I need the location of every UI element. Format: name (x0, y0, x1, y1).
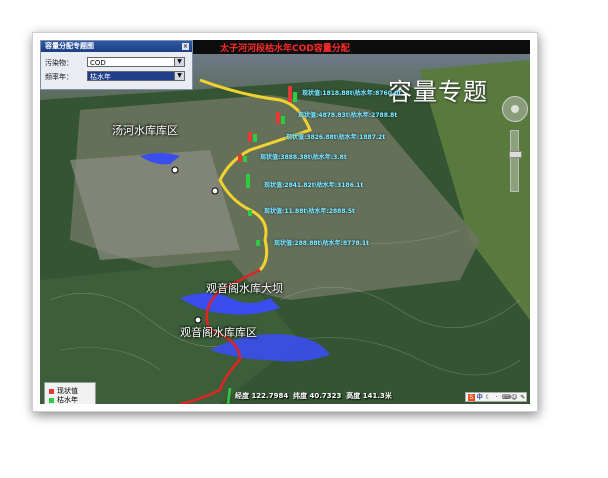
panel-header[interactable]: 容量分配专题图 × (41, 41, 192, 52)
alt-value: 141.3米 (362, 392, 392, 400)
pollutant-value: COD (90, 59, 106, 67)
legend-item-dry: 枯水年 (49, 395, 78, 404)
panel-title: 容量分配专题图 (45, 42, 94, 50)
lon-value: 122.7984 (251, 392, 289, 400)
close-icon[interactable]: × (182, 43, 189, 50)
user-icon[interactable]: ☺ (511, 394, 518, 401)
capacity-label: 现状值:288.88t\枯水年:8778.1t (274, 240, 370, 247)
chevron-down-icon[interactable]: ▼ (174, 58, 184, 66)
lat-value: 40.7323 (309, 392, 342, 400)
zoom-slider[interactable] (509, 130, 522, 192)
satellite-tile-left (70, 150, 240, 260)
station-marker[interactable] (211, 187, 219, 195)
capacity-label: 现状值:3826.88t\枯水年:1887.2t (286, 134, 386, 141)
capacity-label: 现状值:1818.88t\枯水年:8760.0t (302, 90, 402, 97)
input-tray: S 中 ☾ · ⌨ ☺ ✎ (465, 392, 527, 402)
tanghe-marker[interactable] (171, 166, 179, 174)
compass-center[interactable] (511, 105, 519, 113)
map-legend: 现状值 枯水年 (44, 382, 96, 404)
zoom-knob[interactable] (509, 151, 522, 158)
frequency-select[interactable]: 枯水年 ▼ (87, 71, 185, 81)
overlay-title: 容量专题 (388, 78, 488, 106)
legend-swatch-red (49, 388, 54, 394)
status-coordinates: 经度 122.7984 纬度 40.7323 高度 141.3米 (235, 391, 392, 401)
lat-label: 纬度 (293, 392, 308, 400)
map-viewport[interactable]: 太子河河段枯水年COD容量分配 容量专题 现状值:1818.88t\枯水年:87… (40, 40, 530, 404)
ime-logo-icon[interactable]: S (468, 393, 475, 401)
lon-label: 经度 (235, 392, 249, 400)
dam-marker[interactable] (194, 316, 202, 324)
capacity-label: 现状值:3888.38t\枯水年:3.8t (260, 154, 347, 161)
legend-swatch-green (49, 397, 54, 403)
capacity-label: 现状值:4878.83t\枯水年:2788.8t (298, 112, 398, 119)
alt-label: 高度 (346, 392, 361, 400)
capacity-panel: 容量分配专题图 × 污染物： COD ▼ 频率年： 枯水年 ▼ (40, 40, 193, 90)
ime-lang[interactable]: 中 (477, 394, 484, 401)
capacity-label: 现状值:11.88t\枯水年:2888.5t (264, 208, 355, 215)
map-title: 太子河河段枯水年COD容量分配 (220, 44, 350, 54)
moon-icon[interactable]: ☾ (485, 394, 492, 401)
navigation-compass[interactable] (502, 96, 528, 122)
pollutant-select[interactable]: COD ▼ (87, 57, 185, 67)
legend-label: 枯水年 (57, 396, 78, 404)
frequency-label: 频率年： (45, 73, 73, 81)
keyboard-icon[interactable]: ⌨ (502, 394, 511, 401)
screenshot-frame: 太子河河段枯水年COD容量分配 容量专题 现状值:1818.88t\枯水年:87… (32, 32, 538, 412)
capacity-label: 现状值:2841.82t\枯水年:3186.1t (264, 182, 364, 189)
wrench-icon[interactable]: ✎ (520, 394, 527, 401)
place-tanghe: 汤河水库库区 (112, 124, 178, 137)
chevron-down-icon[interactable]: ▼ (174, 72, 184, 80)
pollutant-label: 污染物： (45, 59, 73, 67)
place-guanyinge-reservoir: 观音阁水库库区 (180, 326, 257, 339)
punctuation-icon[interactable]: · (494, 394, 501, 401)
frequency-value: 枯水年 (90, 73, 111, 81)
place-guanyinge-dam: 观音阁水库大坝 (206, 282, 283, 295)
